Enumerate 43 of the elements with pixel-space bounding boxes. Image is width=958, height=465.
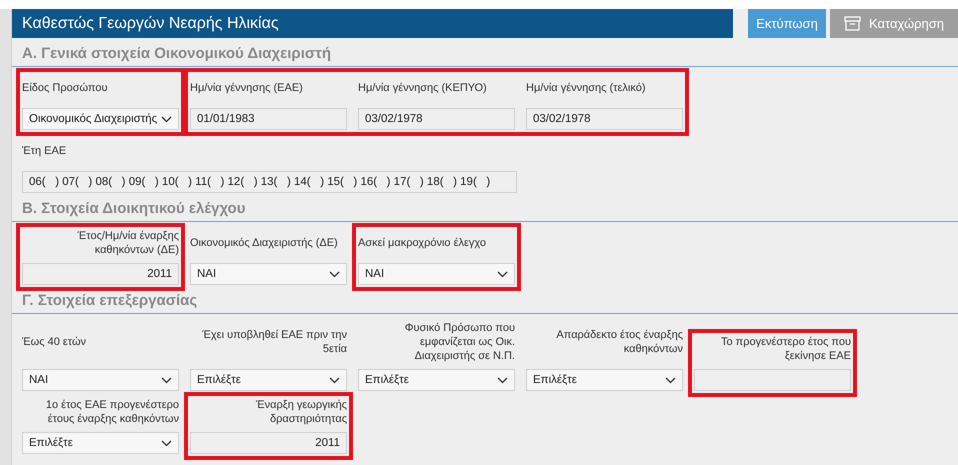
dropdown[interactable]: Επιλέξτε — [358, 369, 515, 391]
chevron-down-icon — [161, 376, 172, 384]
input-field[interactable]: 01/01/1983 — [190, 108, 347, 130]
dropdown[interactable]: ΝΑΙ — [190, 263, 347, 285]
field-label: Έως 40 ετών — [22, 335, 88, 349]
chevron-down-icon — [161, 116, 172, 122]
input-field[interactable]: 2011 — [190, 432, 347, 454]
field-label: 1ο έτος ΕΑΕ προγενέστερο έτους έναρξης καθηκόντων — [44, 398, 179, 426]
dropdown[interactable]: ΝΑΙ — [358, 263, 515, 285]
field-label: Ημ/νία γέννησης (ΚΕΠΥΟ) — [358, 81, 488, 95]
chevron-down-icon — [497, 270, 508, 278]
field-label: Φυσικό Πρόσωπο που εμφανίζεται ως Οικ. Διαχειριστής σε Ν.Π. — [404, 321, 515, 363]
field-label: Έναρξη γεωργικής δραστηριότητας — [255, 398, 347, 426]
input-field[interactable] — [694, 369, 851, 391]
field-label: Έχει υποβληθεί ΕΑΕ πριν την 5ετία — [201, 328, 347, 356]
dropdown[interactable]: Επιλέξτε — [526, 369, 683, 391]
input-field[interactable]: 06( ) 07( ) 08( ) 09( ) 10( ) 11( ) 12( ) 13( ) 14( ) 15( ) 16( ) 17( ) 18( ) 19( ) — [22, 171, 517, 193]
field-label: Είδος Προσώπου — [22, 81, 108, 95]
field-label: Απαράδεκτο έτος έναρξης καθηκόντων — [555, 328, 683, 356]
chevron-down-icon — [497, 376, 508, 384]
dropdown[interactable]: Επιλέξτε — [190, 369, 347, 391]
field-label: Έτη ΕΑΕ — [22, 144, 68, 158]
archive-box-icon — [844, 16, 861, 31]
dropdown[interactable]: Επιλέξτε — [22, 432, 179, 454]
section-heading: Β. Στοιχεία Διοικητικού ελέγχου — [12, 193, 958, 222]
dropdown[interactable]: ΝΑΙ — [22, 369, 179, 391]
input-field[interactable]: 03/02/1978 — [358, 108, 515, 130]
field-label: Ημ/νία γέννησης (ΕΑΕ) — [190, 81, 304, 95]
page-title-bar: Καθεστώς Γεωργών Νεαρής Ηλικίας — [12, 9, 733, 38]
section-heading: Α. Γενικά στοιχεία Οικονομικού Διαχειριστή — [12, 38, 958, 67]
input-field[interactable]: 2011 — [22, 263, 179, 285]
chevron-down-icon — [665, 376, 676, 384]
dropdown[interactable]: Οικονομικός Διαχειριστής — [22, 108, 179, 130]
chevron-down-icon — [329, 376, 340, 384]
field-label: Ημ/νία γέννησης (τελικό) — [526, 81, 646, 95]
input-field[interactable]: 03/02/1978 — [526, 108, 683, 130]
section-heading: Γ. Στοιχεία επεξεργασίας — [12, 285, 958, 314]
chevron-down-icon — [161, 440, 172, 446]
field-label: Ασκεί μακροχρόνιο έλεγχο — [358, 236, 487, 250]
field-label: Το προγενέστερο έτος που ξεκίνησε ΕΑΕ — [720, 335, 851, 363]
field-label: Οικονομικός Διαχειριστής (ΔΕ) — [190, 236, 339, 250]
chevron-down-icon — [329, 270, 340, 278]
field-label: Έτος/Ημ/νία έναρξης καθηκόντων (ΔΕ) — [76, 229, 179, 257]
